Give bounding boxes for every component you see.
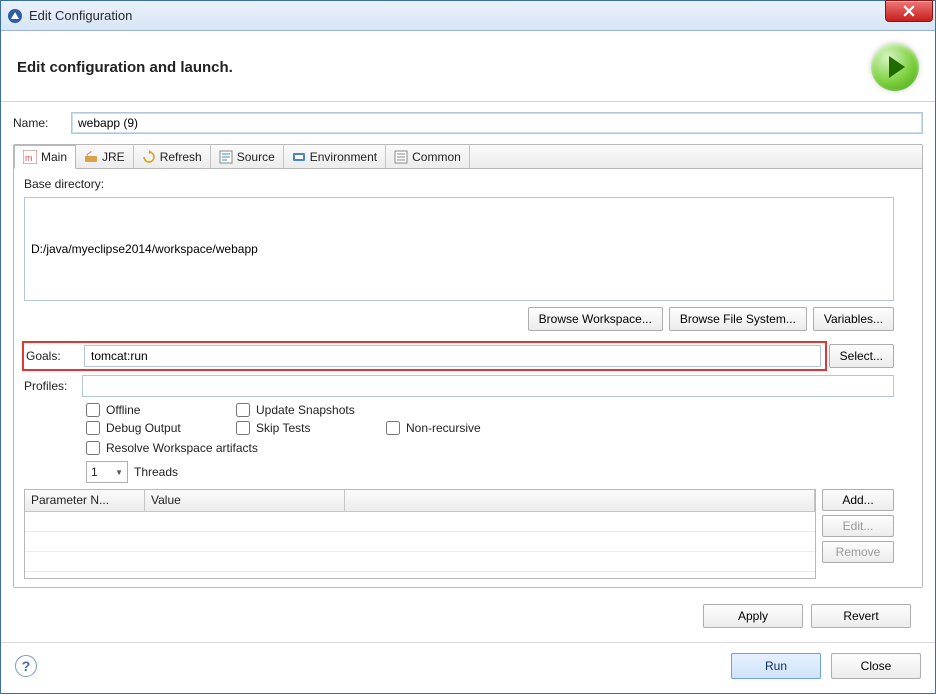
apply-revert-row: Apply Revert: [13, 594, 923, 632]
name-label: Name:: [13, 116, 65, 130]
run-icon: [871, 43, 919, 91]
tab-common-label: Common: [412, 150, 461, 164]
non-recursive-checkbox[interactable]: Non-recursive: [386, 421, 546, 435]
parameter-buttons: Add... Edit... Remove: [822, 489, 894, 579]
tab-jre[interactable]: JRE: [76, 145, 134, 168]
select-button[interactable]: Select...: [829, 344, 894, 368]
tab-source[interactable]: Source: [211, 145, 284, 168]
tab-environment-label: Environment: [310, 150, 377, 164]
offline-checkbox[interactable]: Offline: [86, 403, 236, 417]
tab-main[interactable]: m Main: [14, 145, 76, 169]
dialog-heading: Edit configuration and launch.: [17, 59, 233, 76]
form-area: Name: m Main JRE Refresh: [1, 102, 935, 642]
apply-button[interactable]: Apply: [703, 604, 803, 628]
refresh-icon: [142, 150, 156, 164]
chevron-down-icon: ▼: [115, 468, 123, 477]
parameters-area: Parameter N... Value: [24, 489, 894, 579]
base-directory-label: Base directory:: [24, 177, 894, 191]
profiles-input[interactable]: [82, 375, 894, 397]
tab-common[interactable]: Common: [386, 145, 470, 168]
tab-environment[interactable]: Environment: [284, 145, 386, 168]
base-directory-buttons: Browse Workspace... Browse File System..…: [24, 307, 894, 331]
goals-row: Goals: Select...: [24, 343, 894, 369]
threads-row: 1 ▼ Threads: [24, 461, 894, 483]
remove-button[interactable]: Remove: [822, 541, 894, 563]
name-input[interactable]: [71, 112, 923, 134]
close-button[interactable]: Close: [831, 653, 921, 679]
window-close-button[interactable]: [885, 0, 933, 22]
edit-button[interactable]: Edit...: [822, 515, 894, 537]
threads-label: Threads: [134, 465, 178, 479]
tab-refresh-label: Refresh: [160, 150, 202, 164]
run-button[interactable]: Run: [731, 653, 821, 679]
debug-output-checkbox[interactable]: Debug Output: [86, 421, 236, 435]
checkbox-grid: Offline Update Snapshots Debug Output Sk…: [24, 403, 894, 435]
common-icon: [394, 150, 408, 164]
profiles-row: Profiles:: [24, 375, 894, 397]
header-area: Edit configuration and launch.: [1, 31, 935, 102]
jre-icon: [84, 150, 98, 164]
tab-folder: m Main JRE Refresh Source: [13, 144, 923, 588]
resolve-row: Resolve Workspace artifacts: [24, 441, 894, 455]
parameter-empty-header: [345, 490, 815, 511]
tab-refresh[interactable]: Refresh: [134, 145, 211, 168]
goals-input[interactable]: [84, 345, 821, 367]
threads-value: 1: [91, 465, 98, 479]
profiles-label: Profiles:: [24, 379, 76, 393]
parameter-name-header[interactable]: Parameter N...: [25, 490, 145, 511]
resolve-workspace-checkbox[interactable]: Resolve Workspace artifacts: [86, 441, 894, 455]
dialog-window: Edit Configuration Edit configuration an…: [0, 0, 936, 694]
tab-body-main: Base directory: Browse Workspace... Brow…: [14, 169, 922, 587]
variables-button[interactable]: Variables...: [813, 307, 894, 331]
goals-label: Goals:: [26, 349, 78, 363]
threads-spinner[interactable]: 1 ▼: [86, 461, 128, 483]
help-icon[interactable]: ?: [15, 655, 37, 677]
tab-main-label: Main: [41, 150, 67, 164]
maven-icon: m: [23, 150, 37, 164]
browse-filesystem-button[interactable]: Browse File System...: [669, 307, 807, 331]
browse-workspace-button[interactable]: Browse Workspace...: [528, 307, 663, 331]
source-icon: [219, 150, 233, 164]
table-row[interactable]: [25, 512, 815, 532]
environment-icon: [292, 150, 306, 164]
app-icon: [7, 8, 23, 24]
tab-source-label: Source: [237, 150, 275, 164]
revert-button[interactable]: Revert: [811, 604, 911, 628]
table-row[interactable]: [25, 552, 815, 572]
tab-strip: m Main JRE Refresh Source: [14, 145, 922, 169]
svg-text:m: m: [25, 153, 33, 163]
dialog-actions: Run Close: [731, 653, 921, 679]
window-title: Edit Configuration: [29, 8, 132, 23]
parameter-value-header[interactable]: Value: [145, 490, 345, 511]
help-row: ? Run Close: [1, 642, 935, 693]
add-button[interactable]: Add...: [822, 489, 894, 511]
table-row[interactable]: [25, 532, 815, 552]
skip-tests-checkbox[interactable]: Skip Tests: [236, 421, 386, 435]
title-bar: Edit Configuration: [1, 1, 935, 31]
update-snapshots-checkbox[interactable]: Update Snapshots: [236, 403, 386, 417]
base-directory-input[interactable]: [24, 197, 894, 301]
parameters-table[interactable]: Parameter N... Value: [24, 489, 816, 579]
dialog-content: Edit configuration and launch. Name: m M…: [1, 31, 935, 693]
name-row: Name:: [13, 112, 923, 134]
tab-jre-label: JRE: [102, 150, 125, 164]
